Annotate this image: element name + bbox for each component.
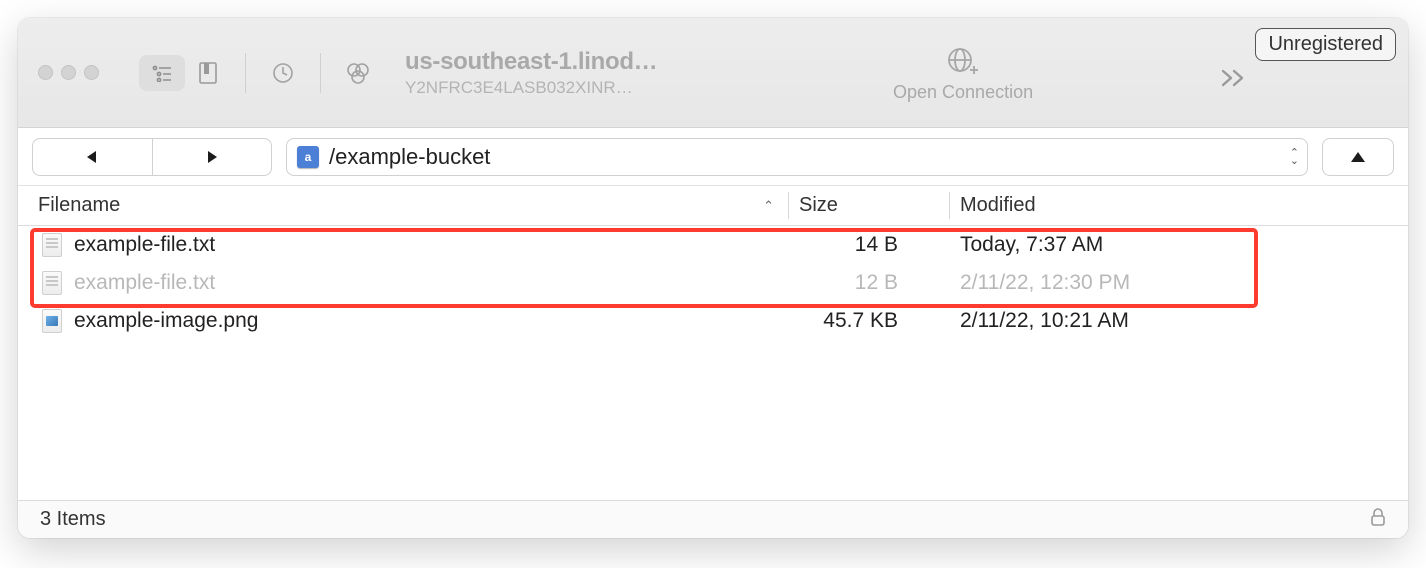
history-button[interactable] [260, 55, 306, 91]
status-item-count: 3 Items [40, 508, 106, 531]
status-bar: 3 Items [18, 500, 1408, 538]
connection-title: us-southeast-1.linod… [405, 48, 657, 76]
column-headers: Filename ⌃ Size Modified [18, 186, 1408, 226]
column-header-modified[interactable]: Modified [950, 186, 1408, 225]
app-window: us-southeast-1.linod… Y2NFRC3E4LASB032XI… [18, 18, 1408, 538]
connection-subtitle: Y2NFRC3E4LASB032XINR… [405, 78, 657, 98]
lock-icon[interactable] [1370, 508, 1386, 531]
triangle-up-icon [1350, 150, 1366, 164]
file-list: example-file.txt 14 B Today, 7:37 AM exa… [18, 226, 1408, 500]
toolbar-separator [245, 53, 246, 93]
toolbar: us-southeast-1.linod… Y2NFRC3E4LASB032XI… [18, 18, 1408, 128]
file-name: example-file.txt [74, 233, 215, 257]
file-modified: 2/11/22, 10:21 AM [948, 309, 1408, 333]
path-stepper[interactable]: ⌃ ⌄ [1290, 149, 1299, 165]
toolbar-overflow-button[interactable] [1220, 68, 1248, 93]
toolbar-separator [320, 53, 321, 93]
open-connection-button[interactable]: Open Connection [893, 46, 1033, 103]
open-connection-label: Open Connection [893, 82, 1033, 103]
connection-info: us-southeast-1.linod… Y2NFRC3E4LASB032XI… [405, 48, 657, 98]
s3-bucket-icon: a [297, 146, 319, 168]
column-header-modified-label: Modified [960, 194, 1036, 217]
minimize-window-button[interactable] [61, 65, 76, 80]
text-file-icon [42, 271, 62, 295]
go-up-button[interactable] [1322, 138, 1394, 176]
text-file-icon [42, 233, 62, 257]
image-file-icon [42, 309, 62, 333]
file-modified: 2/11/22, 12:30 PM [948, 271, 1408, 295]
sync-button[interactable] [335, 55, 381, 91]
chevron-down-icon: ⌄ [1290, 157, 1299, 165]
path-field[interactable]: a /example-bucket ⌃ ⌄ [286, 138, 1308, 176]
chevron-double-right-icon [1220, 68, 1248, 88]
file-name: example-image.png [74, 309, 258, 333]
close-window-button[interactable] [38, 65, 53, 80]
path-text: /example-bucket [329, 144, 490, 170]
column-header-size[interactable]: Size [789, 186, 949, 225]
window-controls [38, 65, 99, 80]
file-row[interactable]: example-image.png 45.7 KB 2/11/22, 10:21… [18, 302, 1408, 340]
path-bar: a /example-bucket ⌃ ⌄ [18, 128, 1408, 186]
nav-back-button[interactable] [33, 139, 153, 175]
file-size: 45.7 KB [788, 309, 948, 333]
triangle-right-icon [205, 150, 219, 164]
column-header-filename-label: Filename [38, 194, 120, 217]
column-header-filename[interactable]: Filename ⌃ [18, 186, 788, 225]
zoom-window-button[interactable] [84, 65, 99, 80]
unregistered-badge[interactable]: Unregistered [1255, 28, 1396, 61]
file-size: 14 B [788, 233, 948, 257]
file-modified: Today, 7:37 AM [948, 233, 1408, 257]
column-header-size-label: Size [799, 194, 838, 217]
file-row[interactable]: example-file.txt 12 B 2/11/22, 12:30 PM [18, 264, 1408, 302]
file-size: 12 B [788, 271, 948, 295]
triangle-left-icon [85, 150, 99, 164]
file-name: example-file.txt [74, 271, 215, 295]
nav-forward-button[interactable] [153, 139, 272, 175]
outline-view-button[interactable] [139, 55, 185, 91]
toolbar-view-group [139, 55, 231, 91]
nav-back-forward [32, 138, 272, 176]
bookmarks-button[interactable] [185, 55, 231, 91]
sort-ascending-icon: ⌃ [763, 198, 774, 214]
file-row[interactable]: example-file.txt 14 B Today, 7:37 AM [18, 226, 1408, 264]
globe-plus-icon [946, 46, 980, 76]
